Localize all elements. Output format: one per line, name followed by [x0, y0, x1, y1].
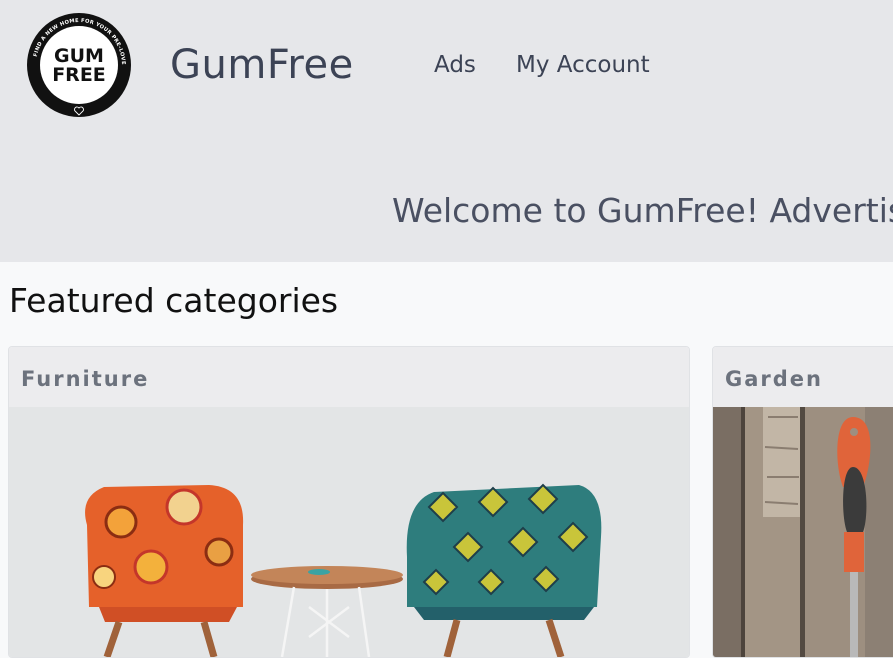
card-header: Garden	[713, 347, 893, 408]
chairs-photo[interactable]	[9, 407, 689, 657]
card-header: Furniture	[9, 347, 689, 408]
welcome-banner: Welcome to GumFree! Advertise	[392, 191, 893, 230]
section-title: Featured categories	[9, 281, 339, 320]
site-header: FIND A NEW HOME FOR YOUR PRE-LOVED STUFF…	[0, 0, 893, 262]
nav-link-my-account[interactable]: My Account	[516, 52, 650, 78]
brand-title[interactable]: GumFree	[170, 42, 354, 88]
card-title: Garden	[725, 367, 823, 391]
svg-text:FREE: FREE	[52, 64, 106, 86]
garden-tool-photo[interactable]	[713, 407, 893, 657]
card-title: Furniture	[21, 367, 150, 391]
gumfree-logo[interactable]: FIND A NEW HOME FOR YOUR PRE-LOVED STUFF…	[25, 11, 133, 119]
category-card-garden[interactable]: Garden	[712, 346, 893, 658]
category-card-furniture[interactable]: Furniture	[8, 346, 690, 658]
nav-link-ads[interactable]: Ads	[434, 52, 476, 78]
